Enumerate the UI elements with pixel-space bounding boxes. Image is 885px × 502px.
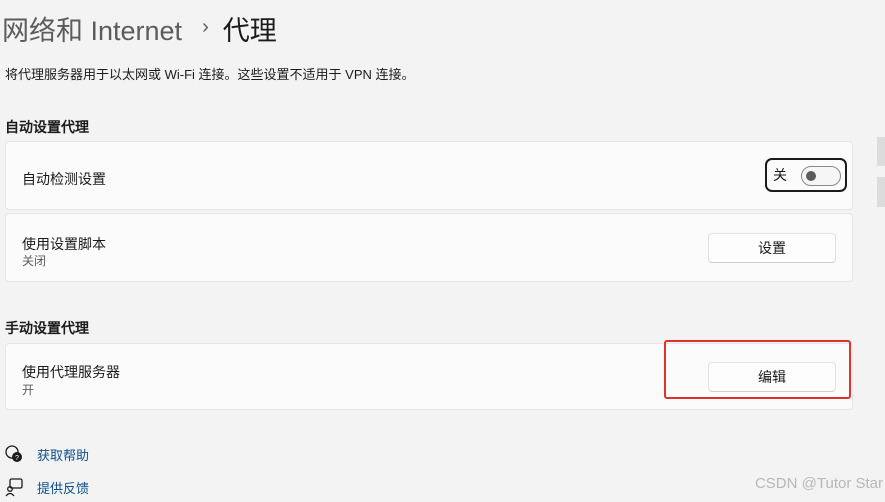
scrollbar-segment[interactable] bbox=[877, 177, 885, 207]
auto-detect-toggle[interactable] bbox=[801, 166, 841, 186]
help-link[interactable]: ? 获取帮助 bbox=[4, 444, 89, 464]
setup-script-button[interactable]: 设置 bbox=[708, 233, 836, 263]
page-title: 代理 bbox=[222, 15, 277, 46]
setup-script-label: 使用设置脚本 bbox=[22, 236, 106, 252]
breadcrumb: 网络和 Internet › 代理 bbox=[2, 8, 277, 48]
feedback-link-label[interactable]: 提供反馈 bbox=[37, 478, 89, 497]
scrollbar-segment[interactable] bbox=[877, 137, 885, 166]
chevron-right-icon: › bbox=[202, 15, 209, 38]
watermark: CSDN @Tutor Star bbox=[754, 475, 883, 492]
proxy-server-status: 开 bbox=[22, 383, 35, 397]
section-title-manual: 手动设置代理 bbox=[5, 320, 89, 336]
auto-detect-toggle-focus[interactable]: 关 bbox=[765, 158, 847, 192]
setup-script-status: 关闭 bbox=[22, 254, 47, 268]
help-icon: ? bbox=[4, 444, 24, 464]
proxy-server-label: 使用代理服务器 bbox=[22, 364, 120, 380]
feedback-icon bbox=[4, 477, 24, 497]
breadcrumb-parent[interactable]: 网络和 Internet bbox=[2, 9, 182, 48]
toggle-state-label: 关 bbox=[773, 167, 787, 183]
help-link-label[interactable]: 获取帮助 bbox=[37, 445, 89, 464]
feedback-link[interactable]: 提供反馈 bbox=[4, 477, 89, 497]
setup-script-card: 使用设置脚本 关闭 设置 bbox=[5, 213, 853, 282]
page-description: 将代理服务器用于以太网或 Wi-Fi 连接。这些设置不适用于 VPN 连接。 bbox=[5, 67, 415, 82]
auto-detect-card: 自动检测设置 关 bbox=[5, 141, 853, 210]
highlight-box bbox=[664, 340, 851, 399]
section-title-auto: 自动设置代理 bbox=[5, 119, 89, 135]
auto-detect-label: 自动检测设置 bbox=[22, 171, 106, 187]
toggle-knob bbox=[806, 171, 816, 181]
svg-text:?: ? bbox=[15, 455, 19, 462]
